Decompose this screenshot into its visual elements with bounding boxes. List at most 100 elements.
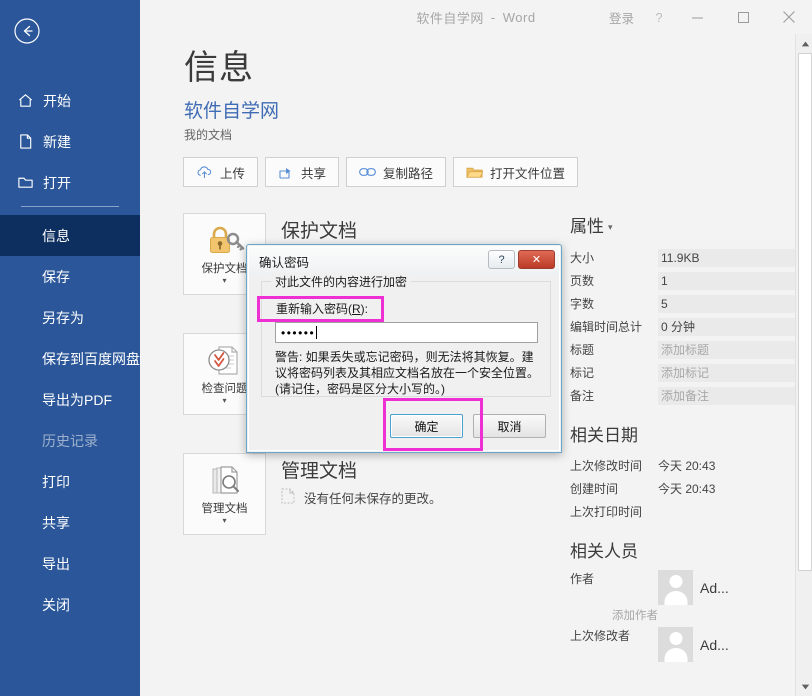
avatar (658, 570, 693, 605)
document-path: 我的文档 (184, 126, 232, 143)
property-row: 备注 添加备注 (570, 384, 795, 407)
related-dates-heading: 相关日期 (570, 421, 795, 446)
share-button-label: 共享 (301, 163, 326, 182)
sidebar-item-close[interactable]: 关闭 (0, 584, 140, 625)
open-folder-icon (17, 174, 43, 191)
check-issues-tile-label: 检查问题 (202, 382, 248, 396)
property-value[interactable]: 11.9KB (658, 249, 795, 267)
backstage-sidebar: 开始 新建 打开 (0, 0, 140, 696)
page-title: 信息 (184, 40, 254, 89)
last-modified-by-person[interactable]: Ad... (658, 627, 729, 662)
maximize-icon[interactable] (720, 0, 766, 34)
reenter-password-accesskey: R (352, 302, 361, 316)
manage-document-heading: 管理文档 (281, 456, 357, 483)
sidebar-item-label: 历史记录 (42, 431, 98, 451)
property-row: 编辑时间总计 0 分钟 (570, 315, 795, 338)
property-value[interactable]: 添加标题 (658, 341, 795, 359)
open-file-location-button[interactable]: 打开文件位置 (453, 157, 578, 187)
upload-button[interactable]: 上传 (183, 157, 258, 187)
manage-document-icon (205, 461, 245, 501)
author-person[interactable]: Ad... (658, 570, 729, 605)
word-backstage-window: 开始 新建 打开 (0, 0, 812, 696)
sidebar-item-share[interactable]: 共享 (0, 502, 140, 543)
property-value[interactable]: 1 (658, 272, 795, 290)
manage-document-tile[interactable]: 管理文档 ▾ (183, 453, 266, 535)
ok-button[interactable]: 确定 (390, 414, 463, 438)
password-input[interactable]: •••••• (275, 322, 538, 343)
sidebar-item-label: 信息 (42, 226, 70, 246)
document-placeholder-icon (281, 488, 295, 507)
copy-path-button-label: 复制路径 (383, 163, 433, 182)
back-arrow-icon[interactable] (10, 14, 44, 48)
dialog-close-icon[interactable]: ✕ (518, 250, 555, 269)
avatar-head (669, 575, 682, 588)
confirm-password-dialog: 确认密码 ? ✕ 对此文件的内容进行加密 重新输入密码(R): •••••• 警… (246, 244, 562, 453)
sidebar-item-label: 打开 (43, 173, 71, 193)
author-row: 作者 Ad... (570, 570, 795, 605)
text-cursor (316, 326, 317, 339)
chevron-down-icon: ▾ (222, 276, 226, 285)
property-row: 标记 添加标记 (570, 361, 795, 384)
dialog-title-label: 确认密码 (259, 252, 309, 271)
property-value[interactable]: 5 (658, 295, 795, 313)
help-icon[interactable]: ? (644, 0, 674, 34)
document-name[interactable]: 软件自学网 (184, 96, 279, 123)
sidebar-item-print[interactable]: 打印 (0, 461, 140, 502)
sidebar-item-export-pdf[interactable]: 导出为PDF (0, 379, 140, 420)
share-button[interactable]: 共享 (265, 157, 339, 187)
info-toolbar: 上传 共享 复制路径 (183, 157, 578, 187)
link-icon (359, 167, 376, 177)
date-value: 今天 20:43 (658, 457, 795, 474)
chevron-down-icon: ▾ (222, 396, 226, 405)
sign-in-button[interactable]: 登录 (599, 0, 644, 34)
home-icon (17, 92, 43, 109)
password-warning-text: 警告: 如果丢失或忘记密码，则无法将其恢复。建议将密码列表及其相应文档名放在一个… (275, 349, 543, 397)
property-value[interactable]: 添加标记 (658, 364, 795, 382)
copy-path-button[interactable]: 复制路径 (346, 157, 446, 187)
property-key: 页数 (570, 272, 658, 289)
upload-button-label: 上传 (220, 163, 245, 182)
dialog-help-icon[interactable]: ? (488, 250, 515, 269)
sidebar-item-save-as[interactable]: 另存为 (0, 297, 140, 338)
scroll-up-icon[interactable] (797, 35, 812, 52)
manage-document-tile-label: 管理文档 (202, 502, 248, 516)
reenter-password-label-suffix: ): (361, 302, 368, 316)
window-title-dash: - (491, 10, 496, 25)
property-key: 编辑时间总计 (570, 318, 658, 335)
properties-heading[interactable]: 属性 ▾ (570, 212, 795, 237)
sidebar-item-new[interactable]: 新建 (0, 121, 140, 162)
window-title-app: Word (503, 10, 536, 25)
sidebar-item-label: 打印 (42, 472, 70, 492)
dialog-window-controls: ? ✕ (488, 250, 555, 269)
close-icon[interactable] (766, 0, 812, 34)
minimize-icon[interactable] (674, 0, 720, 34)
property-value[interactable]: 添加备注 (658, 387, 795, 405)
sidebar-item-home[interactable]: 开始 (0, 80, 140, 121)
date-row: 上次打印时间 (570, 500, 795, 523)
dialog-buttons: 确定 取消 (390, 414, 546, 438)
property-key: 大小 (570, 249, 658, 266)
avatar-body (664, 591, 687, 605)
chevron-down-icon: ▾ (608, 222, 613, 233)
property-key: 字数 (570, 295, 658, 312)
sidebar-divider (21, 206, 119, 207)
scroll-down-icon[interactable] (797, 678, 812, 695)
cancel-button[interactable]: 取消 (473, 414, 546, 438)
property-row: 大小 11.9KB (570, 246, 795, 269)
sidebar-item-save[interactable]: 保存 (0, 256, 140, 297)
add-author-link[interactable]: 添加作者 (612, 607, 795, 623)
sidebar-item-export[interactable]: 导出 (0, 543, 140, 584)
new-document-icon (17, 133, 43, 150)
sidebar-item-label: 新建 (43, 132, 71, 152)
related-people-heading: 相关人员 (570, 537, 795, 562)
inspect-document-icon (205, 341, 245, 381)
property-value[interactable]: 0 分钟 (658, 318, 795, 336)
sidebar-item-save-to-baidu[interactable]: 保存到百度网盘 (0, 338, 140, 379)
last-modified-by-row: 上次修改者 Ad... (570, 627, 795, 662)
scrollbar-thumb[interactable] (798, 53, 812, 571)
sidebar-item-open[interactable]: 打开 (0, 162, 140, 203)
vertical-scrollbar[interactable] (795, 34, 812, 696)
date-value: 今天 20:43 (658, 480, 795, 497)
sidebar-item-info[interactable]: 信息 (0, 215, 140, 256)
sidebar-item-label: 开始 (43, 91, 71, 111)
